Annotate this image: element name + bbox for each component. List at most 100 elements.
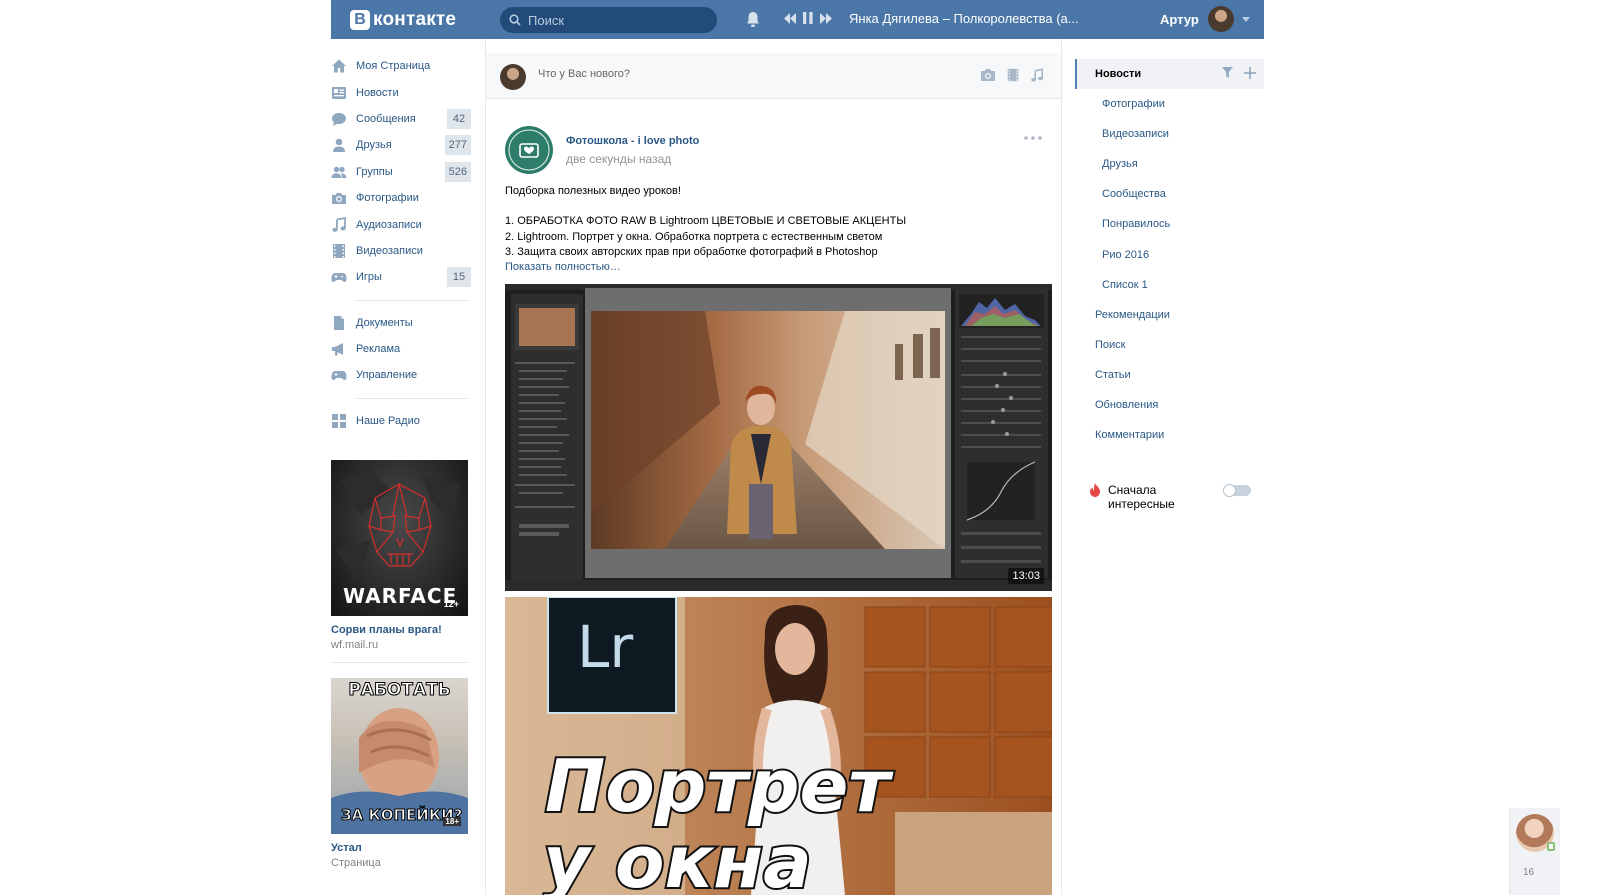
ad-title[interactable]: Сорви планы врага! — [331, 624, 468, 636]
ad-image[interactable]: РАБОТАТЬ ЗА КОПЕЙКИ? 18+ — [331, 678, 468, 834]
sidebar-item-label: Группы — [356, 165, 393, 178]
sidebar-item-ads[interactable]: Реклама — [331, 336, 471, 362]
film-icon[interactable] — [1006, 68, 1020, 82]
music-icon — [332, 216, 346, 232]
chat-widget[interactable]: 16 — [1509, 808, 1560, 895]
filter-news[interactable]: Новости — [1075, 59, 1264, 89]
audio-player — [784, 12, 832, 24]
sidebar-item-radio[interactable]: Наше Радио — [331, 408, 471, 434]
filter-videos[interactable]: Видеозаписи — [1075, 119, 1264, 149]
filter-articles[interactable]: Статьи — [1075, 360, 1264, 390]
sidebar-item-news[interactable]: Новости — [331, 79, 471, 105]
news-icon — [332, 86, 346, 99]
sidebar-item-label: Новости — [356, 86, 399, 99]
post-time[interactable]: две секунды назад — [566, 152, 671, 166]
sidebar-item-games[interactable]: Игры 15 — [331, 264, 471, 290]
user-name: Артур — [1160, 11, 1199, 27]
age-badge: 18+ — [443, 817, 461, 826]
sidebar-item-my-page[interactable]: Моя Страница — [331, 53, 471, 79]
sidebar-item-label: Сообщения — [356, 112, 416, 125]
post-author[interactable]: Фотошкола - i love photo — [566, 135, 699, 147]
filter-search[interactable]: Поиск — [1075, 330, 1264, 360]
previous-icon[interactable] — [784, 12, 796, 24]
age-badge: 12+ — [443, 599, 459, 609]
ad-image-text-top: РАБОТАТЬ — [348, 680, 451, 701]
post-text-line: 1. ОБРАБОТКА ФОТО RAW В Lightroom ЦВЕТОВ… — [505, 215, 907, 228]
sidebar-item-groups[interactable]: Группы 526 — [331, 159, 471, 185]
sidebar-item-friends[interactable]: Друзья 277 — [331, 132, 471, 158]
sidebar-item-video[interactable]: Видеозаписи — [331, 238, 471, 264]
ad-subtitle[interactable]: wf.mail.ru — [331, 639, 468, 651]
filter-recommendations[interactable]: Рекомендации — [1075, 300, 1264, 330]
logo-mark: В — [350, 10, 370, 30]
gamepad-icon — [331, 273, 347, 283]
friends-count-badge: 277 — [444, 135, 471, 156]
interesting-first-toggle-row[interactable]: Сначала интересные — [1089, 482, 1251, 512]
chevron-down-icon — [1241, 16, 1250, 22]
top-header: В контакте Янка Дягилева – Полкоролевств… — [331, 0, 1264, 39]
post-text-line: Подборка полезных видео уроков! — [505, 185, 681, 197]
megaphone-icon — [332, 343, 343, 356]
filter-friends[interactable]: Друзья — [1075, 149, 1264, 179]
lightroom-screenshot — [505, 284, 1052, 591]
filter-photos[interactable]: Фотографии — [1075, 89, 1264, 119]
groups-icon — [331, 166, 347, 178]
filter-communities[interactable]: Сообщества — [1075, 179, 1264, 209]
sidebar-item-audio[interactable]: Аудиозаписи — [331, 211, 471, 237]
ad-divider — [331, 662, 468, 663]
message-count-badge: 42 — [447, 108, 471, 129]
sidebar-divider — [356, 397, 468, 399]
vk-logo[interactable]: В контакте — [350, 9, 456, 31]
news-post: Фотошкола - i love photo две секунды наз… — [486, 100, 1061, 895]
composer-placeholder[interactable]: Что у Вас нового? — [538, 68, 630, 80]
sidebar-item-messages[interactable]: Сообщения 42 — [331, 106, 471, 132]
filter-rio-2016[interactable]: Рио 2016 — [1075, 239, 1264, 269]
ad-block-warface[interactable]: WARFACE 12+ Сорви планы врага! wf.mail.r… — [331, 460, 468, 651]
sidebar-item-label: Наше Радио — [356, 414, 420, 427]
sidebar-item-label: Игры — [356, 271, 382, 284]
sidebar-item-label: Управление — [356, 369, 418, 382]
filter-news-label: Новости — [1095, 68, 1142, 80]
sidebar-item-manage[interactable]: Управление — [331, 362, 471, 388]
ad-title[interactable]: Устал — [331, 842, 468, 854]
user-menu[interactable]: Артур — [1160, 6, 1250, 32]
interest-toggle[interactable] — [1223, 484, 1251, 497]
ad-image[interactable]: WARFACE 12+ — [331, 460, 468, 616]
filter-liked[interactable]: Понравилось — [1075, 209, 1264, 239]
filter-list-1[interactable]: Список 1 — [1075, 270, 1264, 300]
sidebar-item-photos[interactable]: Фотографии — [331, 185, 471, 211]
home-icon — [332, 59, 346, 73]
left-sidebar: Моя Страница Новости Сообщения 42 Друзья… — [331, 53, 471, 434]
filter-comments[interactable]: Комментарии — [1075, 420, 1264, 450]
sidebar-item-documents[interactable]: Документы — [331, 310, 471, 336]
video-attachment[interactable]: 13:03 — [505, 284, 1052, 591]
post-composer[interactable]: Что у Вас нового? — [486, 53, 1061, 99]
friends-icon — [333, 139, 345, 153]
plus-icon[interactable] — [1244, 67, 1256, 79]
filter-tools — [1222, 67, 1256, 79]
user-avatar — [1207, 6, 1234, 32]
ad-block-tired[interactable]: РАБОТАТЬ ЗА КОПЕЙКИ? 18+ Устал Страница — [331, 678, 468, 869]
sidebar-item-label: Фотографии — [356, 192, 419, 205]
camera-icon[interactable] — [980, 68, 996, 82]
search-box[interactable] — [500, 7, 717, 33]
filter-icon[interactable] — [1222, 67, 1233, 78]
ad-image-text: WARFACE — [343, 584, 458, 608]
music-icon[interactable] — [1030, 68, 1044, 83]
ad-subtitle[interactable]: Страница — [331, 857, 468, 869]
group-avatar[interactable] — [505, 126, 553, 174]
video-title-line1: Портрет — [543, 744, 892, 828]
search-input[interactable] — [528, 12, 698, 28]
next-icon[interactable] — [820, 12, 832, 24]
bell-icon[interactable] — [745, 11, 761, 28]
show-more-link[interactable]: Показать полностью… — [505, 260, 1045, 275]
now-playing-track[interactable]: Янка Дягилева – Полкоролевства (а... — [849, 11, 1079, 26]
more-options-icon[interactable] — [1024, 136, 1042, 140]
pause-icon[interactable] — [803, 12, 813, 24]
video-attachment[interactable]: Lr Портрет у окна — [505, 597, 1052, 895]
column-divider — [1061, 39, 1062, 895]
chat-online-count: 16 — [1523, 867, 1535, 878]
games-count-badge: 15 — [447, 267, 471, 288]
filter-updates[interactable]: Обновления — [1075, 390, 1264, 420]
sidebar-divider — [356, 299, 468, 301]
